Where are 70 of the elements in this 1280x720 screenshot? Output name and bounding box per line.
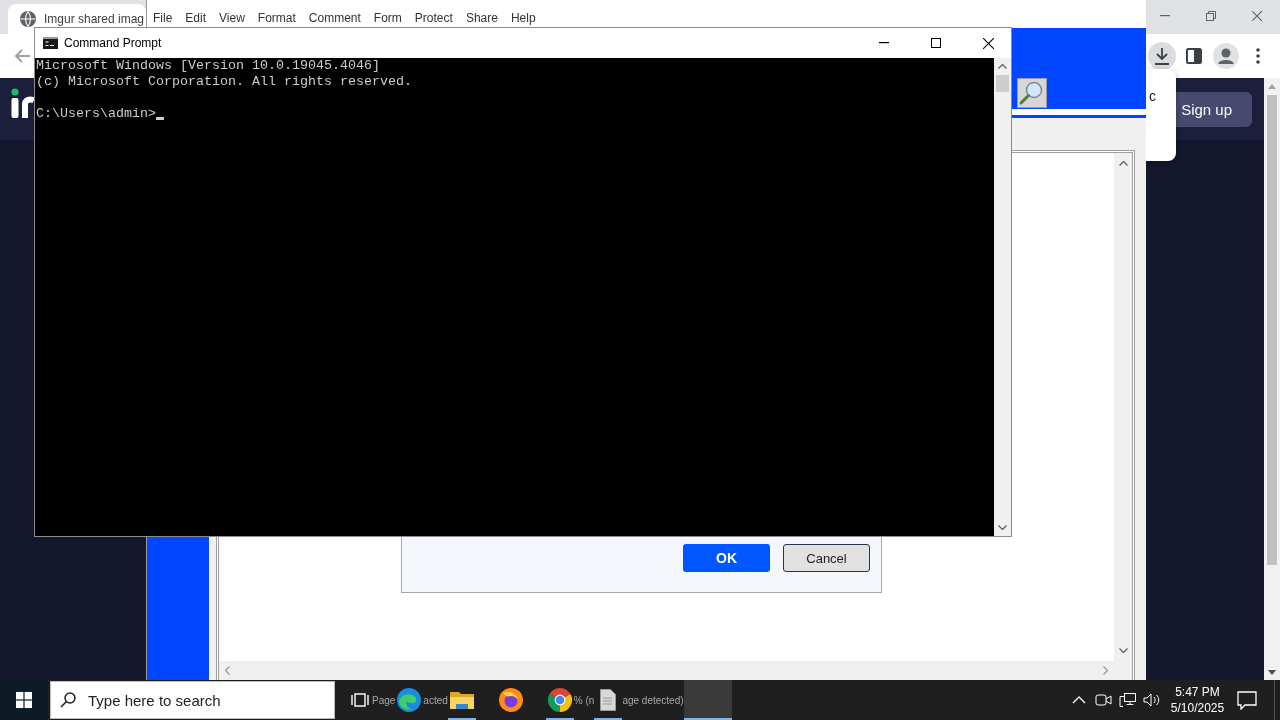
search-field[interactable]: Type here to search [88,691,334,709]
taskbar-label: age detected) [622,694,684,706]
chevron-right-icon [1103,666,1108,675]
taskbar-app-button[interactable] [683,680,732,720]
search-button[interactable] [1017,78,1047,108]
scroll-thumb[interactable] [996,75,1009,92]
menu-item[interactable]: Form [373,11,402,25]
folder-icon [449,690,474,710]
menu-icon [1256,48,1260,64]
back-icon [14,49,30,63]
round-browser-icon [547,688,572,712]
restore-icon [1206,11,1216,21]
console-text: Microsoft Windows [Version 10.0.19045.4046] [36,58,380,73]
document-icon [600,689,617,711]
dialog-button[interactable]: OK [683,544,770,572]
scrollbar[interactable] [994,58,1011,536]
search-icon [60,692,76,708]
chevron-down-icon [998,525,1007,530]
speaker-icon [1142,692,1160,708]
menu-item[interactable]: Edit [185,11,207,25]
scrollbar[interactable] [1264,78,1280,680]
menu-item[interactable]: Share [465,11,498,25]
camera-icon [1094,692,1112,708]
minimize-icon [1160,15,1170,17]
minimize-icon [879,42,889,44]
window-title: Command Prompt [64,36,162,50]
fox-browser-icon [498,688,523,712]
side-panel-icon [1186,48,1202,64]
menu-item[interactable]: Format [257,11,296,25]
taskbar-label: Page [372,694,396,706]
scroll-thumb[interactable] [1267,95,1277,565]
triangle-up-icon [1268,83,1276,89]
menu-item[interactable]: Help [510,11,536,25]
scrollbar[interactable] [1114,153,1132,661]
search-box[interactable]: Type here to search [50,681,335,719]
chevron-left-icon [225,666,230,675]
chevron-down-icon [1118,648,1128,653]
start-button[interactable] [0,680,48,720]
menu-item[interactable]: Comment [308,11,361,25]
profile-icon [1213,43,1239,69]
close-icon [982,37,994,49]
notification-icon [1237,690,1257,710]
console-icon [43,37,58,49]
profile-button[interactable] [1210,40,1242,72]
windows-logo-icon [16,692,32,708]
chevron-up-icon [1072,696,1086,704]
clock-date[interactable]: 5/10/2025 [1170,700,1225,716]
dialog-button[interactable]: Cancel [783,544,870,572]
download-icon [1154,47,1170,65]
taskbar-label: acted [423,694,448,706]
chevron-up-icon [998,64,1007,69]
menu-item[interactable]: View [219,11,245,25]
console-text: (c) Microsoft Corporation. All rights reserved. [36,74,412,89]
chevron-up-icon [1118,161,1128,166]
console-prompt: C:\Users\admin> [36,106,156,122]
close-icon [1252,11,1262,21]
menu-item[interactable]: File [153,11,173,25]
download-button[interactable] [1148,42,1176,70]
panel-text: c [1149,88,1156,104]
menu-item[interactable]: Protect [414,11,453,25]
maximize-icon [931,38,941,48]
network-icon [1118,692,1136,708]
scrollbar[interactable] [219,661,1132,680]
triangle-down-icon [1268,669,1276,675]
search-icon [1017,78,1047,108]
taskbar-label: % (n [573,694,595,706]
task-view-icon [351,692,369,708]
clock-time[interactable]: 5:47 PM [1175,684,1220,700]
globe-icon [20,11,36,27]
swirl-browser-icon [397,688,422,712]
